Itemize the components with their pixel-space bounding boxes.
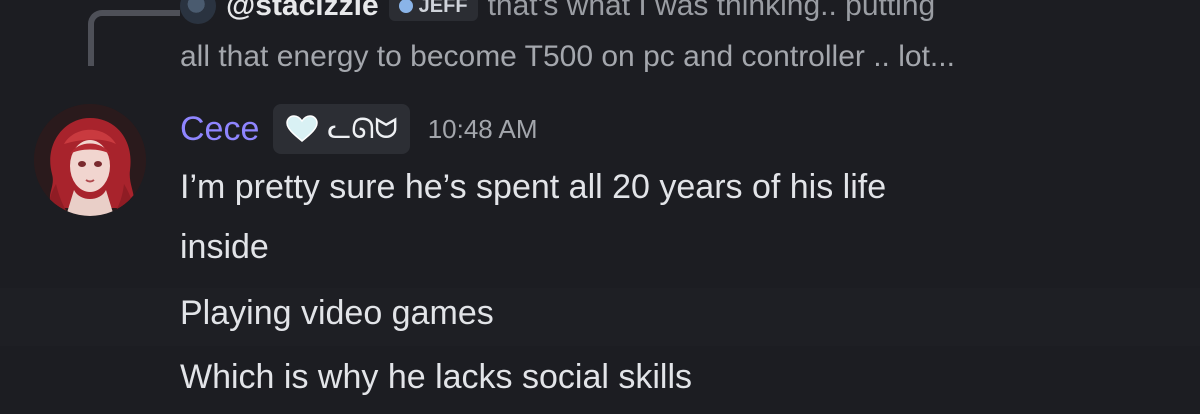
reply-avatar[interactable]	[180, 0, 216, 24]
reply-snippet-continued[interactable]: all that energy to become T500 on pc and…	[180, 40, 955, 74]
reply-connector	[88, 10, 180, 66]
reply-preview[interactable]: @stacizzle JEFF that's what I was thinki…	[180, 0, 935, 26]
message-line: Which is why he lacks social skills	[180, 358, 693, 396]
reply-server-tag[interactable]: JEFF	[388, 0, 478, 21]
server-tag-label: ᓚᘏᗢ	[327, 113, 398, 144]
chat-view: @stacizzle JEFF that's what I was thinki…	[0, 0, 1200, 414]
message-line: I’m pretty sure he’s spent all 20 years …	[180, 168, 887, 206]
avatar[interactable]	[34, 104, 146, 216]
message-header: Cece ᓚᘏᗢ 10:48 AM	[180, 102, 538, 156]
server-tag-icon	[398, 0, 413, 13]
server-tag[interactable]: ᓚᘏᗢ	[273, 104, 410, 154]
reply-snippet[interactable]: that's what I was thinking.. putting	[488, 0, 936, 23]
reply-tag-label: JEFF	[418, 0, 468, 17]
message-line: inside	[180, 228, 269, 266]
heart-icon	[286, 115, 319, 142]
message-line: Playing video games	[180, 294, 494, 332]
avatar-image	[34, 104, 146, 216]
timestamp[interactable]: 10:48 AM	[428, 114, 538, 145]
author-name[interactable]: Cece	[180, 110, 259, 149]
reply-author-name[interactable]: @stacizzle	[226, 0, 379, 23]
